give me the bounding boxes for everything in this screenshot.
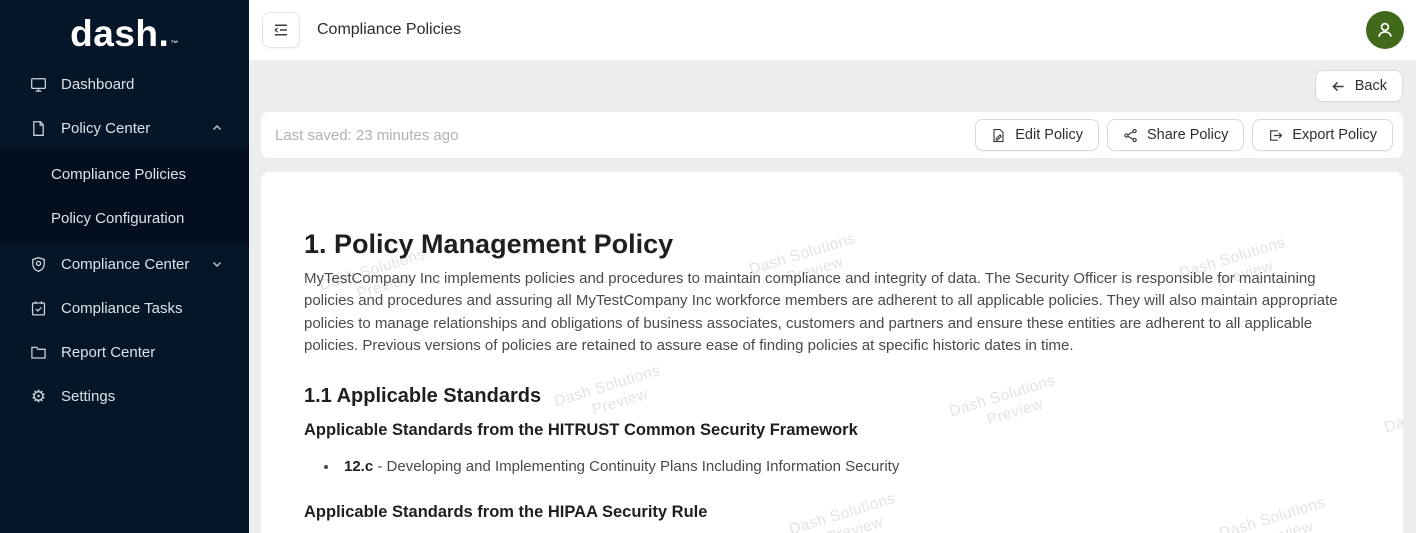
sidebar-subitem-label: Policy Configuration <box>51 210 184 227</box>
sidebar: dash.™ Dashboard Policy Center Complianc… <box>0 0 249 533</box>
sidebar-item-label: Policy Center <box>61 120 150 137</box>
app-root: dash.™ Dashboard Policy Center Complianc… <box>0 0 1416 533</box>
sidebar-item-label: Report Center <box>61 344 155 361</box>
shield-icon <box>30 256 47 273</box>
sidebar-item-compliance-tasks[interactable]: Compliance Tasks <box>0 286 249 330</box>
menu-fold-icon <box>272 21 290 39</box>
watermark: Dash SolutionsPreview <box>1382 383 1403 457</box>
policy-title: 1. Policy Management Policy <box>304 228 1345 262</box>
last-saved-text: Last saved: 23 minutes ago <box>275 127 458 144</box>
sidebar-item-policy-center[interactable]: Policy Center <box>0 106 249 150</box>
file-edit-icon <box>991 128 1006 143</box>
sidebar-item-compliance-center[interactable]: Compliance Center <box>0 242 249 286</box>
back-row: Back <box>249 60 1416 102</box>
sidebar-item-compliance-policies[interactable]: Compliance Policies <box>0 152 249 196</box>
edit-policy-button[interactable]: Edit Policy <box>975 119 1099 151</box>
back-button-label: Back <box>1355 78 1387 94</box>
sidebar-item-policy-configuration[interactable]: Policy Configuration <box>0 196 249 240</box>
share-icon <box>1123 128 1138 143</box>
standard-text: Developing and Implementing Continuity P… <box>387 458 900 475</box>
logo: dash.™ <box>0 0 249 62</box>
logo-text: dash.™ <box>70 15 179 52</box>
list-item: 12.c - Developing and Implementing Conti… <box>339 456 1345 477</box>
export-policy-button[interactable]: Export Policy <box>1252 119 1393 151</box>
policy-toolbar: Last saved: 23 minutes ago Edit Policy S… <box>261 112 1403 158</box>
export-policy-label: Export Policy <box>1292 127 1377 143</box>
section-heading: 1.1 Applicable Standards <box>304 385 1345 408</box>
policy-center-submenu: Compliance Policies Policy Configuration <box>0 150 249 242</box>
gear-icon: ⚙ <box>30 388 47 405</box>
folder-icon <box>30 344 47 361</box>
policy-intro-paragraph: MyTestCompany Inc implements policies an… <box>304 268 1345 358</box>
monitor-icon <box>30 76 47 93</box>
calendar-check-icon <box>30 300 47 317</box>
sidebar-item-label: Compliance Tasks <box>61 300 182 317</box>
top-header: Compliance Policies <box>249 0 1416 60</box>
toolbar-actions: Edit Policy Share Policy Export Policy <box>975 119 1393 151</box>
policy-document: 1. Policy Management Policy MyTestCompan… <box>304 228 1345 533</box>
hitrust-heading: Applicable Standards from the HITRUST Co… <box>304 421 1345 440</box>
hitrust-standards-list: 12.c - Developing and Implementing Conti… <box>304 456 1345 477</box>
sidebar-item-dashboard[interactable]: Dashboard <box>0 62 249 106</box>
user-avatar[interactable] <box>1366 11 1404 49</box>
sidebar-item-label: Dashboard <box>61 76 134 93</box>
standard-separator: - <box>373 458 386 475</box>
chevron-down-icon <box>211 258 223 270</box>
sidebar-item-label: Settings <box>61 388 115 405</box>
hipaa-heading: Applicable Standards from the HIPAA Secu… <box>304 503 1345 522</box>
file-icon <box>30 120 47 137</box>
arrow-left-icon <box>1331 79 1346 94</box>
export-icon <box>1268 128 1283 143</box>
main-area: Compliance Policies Back Last saved: 23 … <box>249 0 1416 533</box>
chevron-up-icon <box>211 122 223 134</box>
edit-policy-label: Edit Policy <box>1015 127 1083 143</box>
share-policy-label: Share Policy <box>1147 127 1228 143</box>
user-icon <box>1373 18 1397 42</box>
page-title: Compliance Policies <box>317 21 461 39</box>
sidebar-subitem-label: Compliance Policies <box>51 166 186 183</box>
sidebar-collapse-button[interactable] <box>262 12 300 48</box>
sidebar-item-settings[interactable]: ⚙ Settings <box>0 374 249 418</box>
trademark-symbol: ™ <box>170 39 179 48</box>
sidebar-item-label: Compliance Center <box>61 256 189 273</box>
policy-document-card: Dash SolutionsPreviewDash SolutionsPrevi… <box>261 172 1403 533</box>
share-policy-button[interactable]: Share Policy <box>1107 119 1244 151</box>
sidebar-item-report-center[interactable]: Report Center <box>0 330 249 374</box>
back-button[interactable]: Back <box>1315 70 1403 102</box>
standard-code: 12.c <box>344 458 373 475</box>
